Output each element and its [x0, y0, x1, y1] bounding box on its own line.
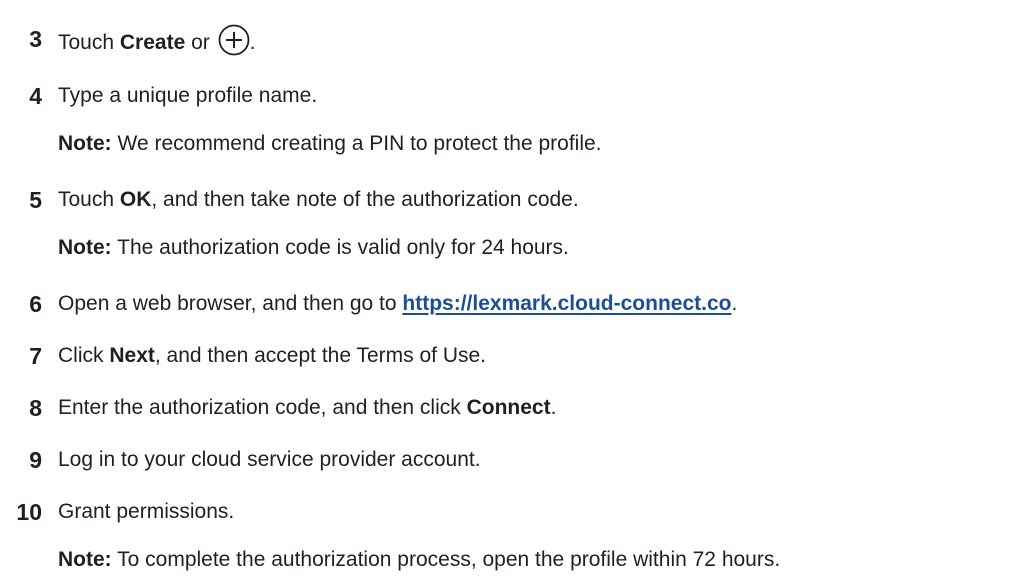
step-text: Type a unique profile name. — [58, 84, 318, 107]
note-label: Note: — [58, 236, 112, 259]
step-number: 8 — [29, 395, 42, 421]
plus-circle-icon — [218, 24, 250, 56]
step-note: Note: To complete the authorization proc… — [58, 545, 780, 575]
note-text: We recommend creating a PIN to protect t… — [111, 132, 602, 155]
step-number: 10 — [16, 499, 42, 525]
connect-label: Connect — [466, 396, 551, 419]
lexmark-cloud-connect-link[interactable]: https://lexmark.cloud-connect.co — [402, 292, 731, 315]
step-text: Enter the authorization code, and then c… — [58, 393, 556, 423]
note-label: Note: — [58, 132, 112, 155]
step-text: Open a web browser, and then go to https… — [58, 289, 737, 319]
step-text-part: , and then take note of the authorizatio… — [151, 188, 579, 211]
step-number: 9 — [29, 447, 42, 473]
step-text-part: or — [185, 31, 216, 54]
note-text: The authorization code is valid only for… — [111, 236, 569, 259]
note-label: Note: — [58, 548, 112, 571]
note-text: To complete the authorization process, o… — [111, 548, 781, 571]
step-text-part: . — [550, 396, 557, 419]
step-text: Touch Create or . — [58, 24, 255, 58]
next-label: Next — [109, 344, 155, 367]
instruction-steps: 3 Touch Create or . 4 Type a unique prof… — [0, 0, 1018, 579]
step-number: 7 — [29, 343, 42, 369]
step-text: Grant permissions. — [58, 500, 235, 523]
step-text: Log in to your cloud service provider ac… — [58, 448, 481, 471]
step-text-part: . — [731, 292, 738, 315]
step-text-part: Enter the authorization code, and then c… — [58, 396, 467, 419]
step-text-part: , and then accept the Terms of Use. — [154, 344, 487, 367]
step-text-part: . — [249, 31, 256, 54]
step-text: Click Next, and then accept the Terms of… — [58, 341, 486, 371]
step-number: 4 — [29, 83, 42, 109]
step-note: Note: We recommend creating a PIN to pro… — [58, 129, 602, 159]
step-text-part: Click — [58, 344, 110, 367]
step-number: 6 — [29, 291, 42, 317]
step-text-part: Open a web browser, and then go to — [58, 292, 403, 315]
step-number: 3 — [29, 26, 42, 52]
step-text-part: Touch — [58, 188, 120, 211]
ok-label: OK — [119, 188, 152, 211]
step-number: 5 — [29, 187, 42, 213]
step-note: Note: The authorization code is valid on… — [58, 233, 569, 263]
step-text-part: Touch — [58, 31, 120, 54]
step-text: Touch OK, and then take note of the auth… — [58, 185, 579, 215]
create-label: Create — [119, 31, 186, 54]
